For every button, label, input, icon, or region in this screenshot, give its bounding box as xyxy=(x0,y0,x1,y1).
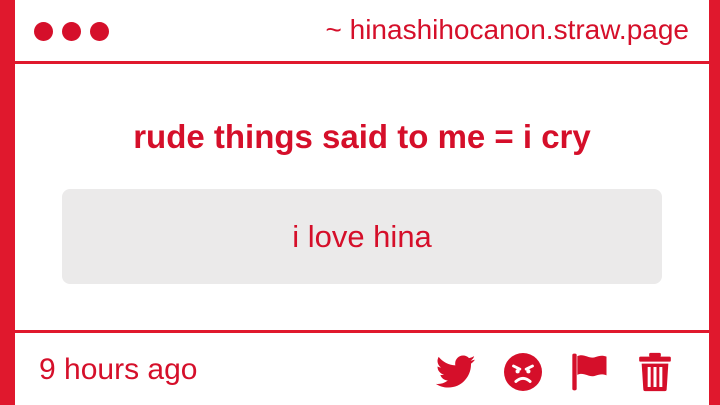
react-button[interactable] xyxy=(502,351,544,393)
angry-face-icon xyxy=(504,353,542,391)
post-footer: 9 hours ago xyxy=(15,330,709,405)
post-card: ~ hinashihocanon.straw.page rude things … xyxy=(15,0,709,405)
report-button[interactable] xyxy=(568,351,610,393)
answer-text: i love hina xyxy=(292,218,432,254)
site-link[interactable]: ~ hinashihocanon.straw.page xyxy=(326,14,690,46)
window-dots xyxy=(34,22,109,41)
flag-icon xyxy=(572,353,607,391)
trash-icon xyxy=(639,352,671,392)
question-text: rude things said to me = i cry xyxy=(133,118,591,155)
timestamp: 9 hours ago xyxy=(39,353,198,386)
twitter-icon xyxy=(436,355,476,388)
window-dot xyxy=(34,22,53,41)
answer-box: i love hina xyxy=(62,189,662,284)
window-dot xyxy=(90,22,109,41)
window-dot xyxy=(62,22,81,41)
twitter-share-button[interactable] xyxy=(435,351,477,393)
delete-button[interactable] xyxy=(634,351,676,393)
window-header: ~ hinashihocanon.straw.page xyxy=(15,0,709,64)
